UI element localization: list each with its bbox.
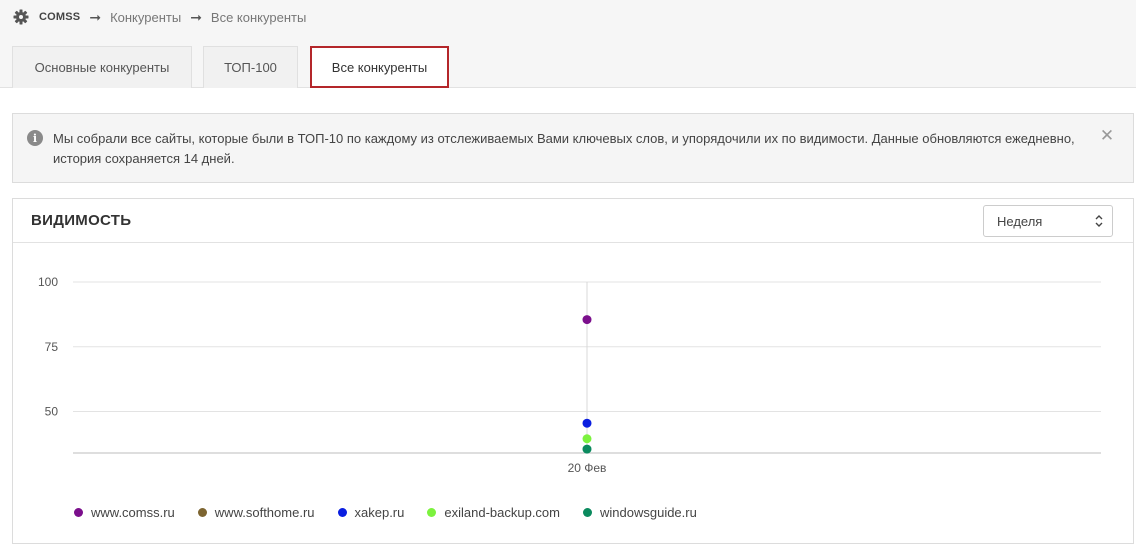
legend-label: xakep.ru [354, 505, 405, 520]
data-point [582, 315, 592, 325]
tab-top-100[interactable]: ТОП-100 [203, 46, 298, 88]
legend-label: windowsguide.ru [600, 505, 697, 520]
top-bar: COMSS ➞ Конкуренты ➞ Все конкуренты Осно… [0, 0, 1136, 88]
data-point [582, 418, 592, 428]
breadcrumb-project[interactable]: COMSS [39, 11, 80, 23]
legend-dot [583, 508, 592, 517]
legend-item[interactable]: xakep.ru [337, 505, 405, 520]
tab-main-competitors[interactable]: Основные конкуренты [12, 46, 192, 88]
breadcrumb: COMSS ➞ Конкуренты ➞ Все конкуренты [13, 8, 306, 26]
tab-all-competitors[interactable]: Все конкуренты [310, 46, 449, 88]
y-tick-label: 100 [38, 275, 58, 289]
y-tick-label: 50 [45, 405, 59, 419]
legend-dot [427, 508, 437, 517]
close-icon[interactable]: ✕ [1099, 127, 1115, 144]
legend-item[interactable]: www.softhome.ru [197, 505, 315, 520]
visibility-chart: 100 75 50 20 Фев [38, 275, 1101, 475]
info-icon: i [27, 130, 43, 146]
legend-dot [74, 508, 83, 517]
legend-label: exiland-backup.com [444, 505, 560, 520]
breadcrumb-arrow-icon: ➞ [89, 8, 102, 25]
data-point [582, 444, 592, 454]
legend-item[interactable]: www.comss.ru [74, 505, 175, 520]
legend-dot [197, 508, 207, 517]
notice-text: Мы собрали все сайты, которые были в ТОП… [53, 131, 1075, 166]
breadcrumb-current: Все конкуренты [210, 9, 307, 25]
legend-item[interactable]: exiland-backup.com [427, 505, 560, 520]
gear-icon[interactable] [13, 9, 29, 25]
y-tick-label: 75 [45, 340, 59, 354]
legend-label: www.softhome.ru [214, 505, 315, 520]
info-notice: i Мы собрали все сайты, которые были в Т… [12, 113, 1134, 183]
breadcrumb-competitors[interactable]: Конкуренты [110, 10, 181, 25]
chart-legend: www.comss.ru www.softhome.ru xakep.ru exila… [74, 505, 720, 520]
breadcrumb-arrow-icon: ➞ [190, 8, 202, 25]
data-point [582, 434, 592, 444]
legend-dot [337, 508, 347, 517]
legend-label: www.comss.ru [91, 505, 175, 520]
legend-item[interactable]: windowsguide.ru [583, 505, 697, 520]
x-tick-label: 20 Фев [568, 461, 607, 475]
